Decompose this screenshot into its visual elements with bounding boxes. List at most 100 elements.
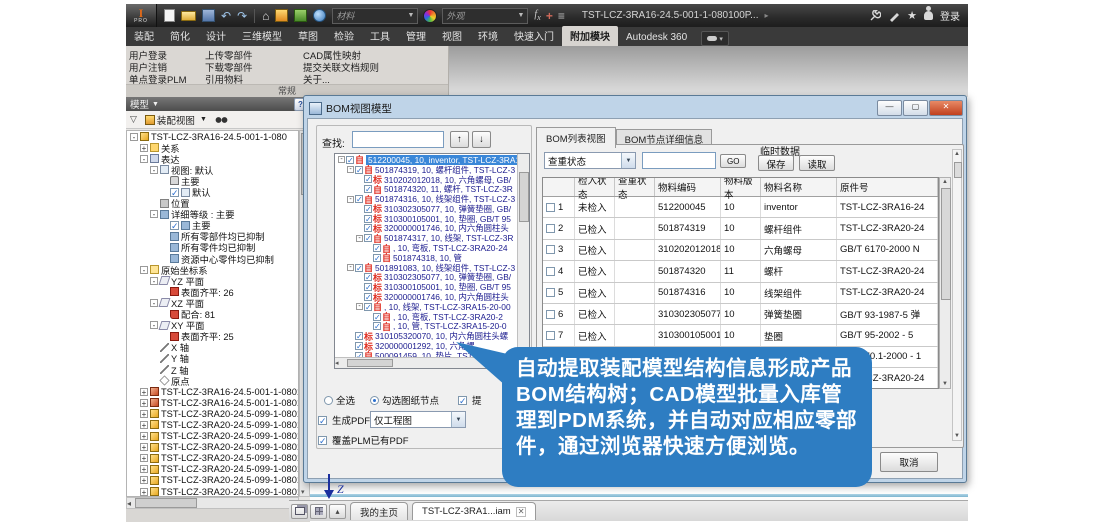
table-row[interactable]: 4已检入50187432011螺杆TST-LCZ-3RA20-24	[543, 261, 938, 282]
app-logo-button[interactable]: I PRO	[126, 4, 157, 27]
collapse-icon[interactable]: -	[347, 196, 354, 203]
favorites-star-icon[interactable]: ★	[907, 9, 917, 22]
model-tree-row[interactable]: Z 轴	[127, 364, 298, 375]
model-tree-row[interactable]: +TST-LCZ-3RA20-24.5-099-1-0801(	[127, 419, 298, 430]
filter-icon[interactable]: ▽	[130, 114, 137, 125]
tab-home-page[interactable]: 我的主页	[350, 502, 408, 520]
cascade-windows-button[interactable]	[291, 504, 308, 519]
read-button[interactable]: 读取	[799, 155, 835, 171]
scrollbar-thumb[interactable]	[519, 172, 529, 222]
collapse-icon[interactable]: -	[347, 264, 354, 271]
ribbon-tab-附加模块[interactable]: 附加模块	[562, 26, 618, 46]
checkbox-icon[interactable]: ✓	[373, 244, 381, 252]
checkbox-icon[interactable]: ✓	[373, 313, 381, 321]
collapse-icon[interactable]: -	[338, 156, 345, 163]
column-header[interactable]: 物料版本	[721, 178, 761, 196]
checkbox-icon[interactable]: ✓	[364, 283, 372, 291]
scroll-left-icon[interactable]: ◂	[335, 359, 339, 367]
row-select-cell[interactable]: 1	[543, 197, 575, 217]
scroll-up-icon[interactable]: ▲	[953, 151, 961, 157]
checkbox-icon[interactable]: ✓	[355, 264, 363, 272]
collapse-icon[interactable]: -	[140, 266, 148, 274]
model-tree-row[interactable]: 表面齐平: 25	[127, 331, 298, 342]
scroll-down-icon[interactable]: ▼	[941, 381, 949, 387]
globe-icon[interactable]	[313, 9, 326, 22]
tab-document[interactable]: TST-LCZ-3RA1...iam ✕	[412, 502, 536, 520]
scrollbar-thumb[interactable]	[941, 188, 951, 300]
ribbon-tab-环境[interactable]: 环境	[470, 26, 506, 46]
save-icon[interactable]	[202, 9, 215, 22]
collapse-icon[interactable]: -	[356, 303, 363, 310]
ribbon-tab-简化[interactable]: 简化	[162, 26, 198, 46]
find-next-button[interactable]: ↓	[472, 131, 491, 148]
appearance-combo[interactable]: 外观 ▼	[442, 8, 528, 24]
model-tree-row[interactable]: -视图: 默认	[127, 164, 298, 175]
column-header[interactable]	[543, 178, 575, 196]
collapse-icon[interactable]: -	[347, 166, 354, 173]
model-tree-row[interactable]: 原点	[127, 375, 298, 386]
model-tree-row[interactable]: -详细等级 : 主要	[127, 209, 298, 220]
model-tree-row[interactable]: +TST-LCZ-3RA20-24.5-099-1-0801(	[127, 475, 298, 486]
column-header[interactable]: 查重状态	[615, 178, 655, 196]
model-tree-row[interactable]: +TST-LCZ-3RA20-24.5-099-1-0801(	[127, 486, 298, 497]
redo-icon[interactable]: ↷	[237, 11, 247, 21]
ribbon-tab-工具[interactable]: 工具	[362, 26, 398, 46]
row-select-cell[interactable]: 2	[543, 218, 575, 238]
collapse-icon[interactable]: -	[150, 321, 158, 329]
scrollbar-thumb[interactable]	[135, 498, 197, 508]
menu-item[interactable]: 用户登录	[129, 48, 199, 60]
column-header[interactable]: 物料编码	[655, 178, 721, 196]
expand-taskbar-button[interactable]: ▴	[329, 504, 346, 519]
model-tree-row[interactable]: +TST-LCZ-3RA16-24.5-001-1-0801(	[127, 386, 298, 397]
menu-item[interactable]: 关于...	[303, 72, 435, 84]
collapse-icon[interactable]: -	[356, 235, 363, 242]
row-checkbox[interactable]	[546, 288, 555, 297]
row-select-cell[interactable]: 6	[543, 304, 575, 324]
ribbon-tab-检验[interactable]: 检验	[326, 26, 362, 46]
collapse-icon[interactable]: -	[130, 133, 138, 141]
ribbon-tab-设计[interactable]: 设计	[198, 26, 234, 46]
tab-autodesk-360[interactable]: Autodesk 360	[618, 30, 695, 46]
pencil-icon[interactable]	[888, 10, 900, 22]
model-tree-row[interactable]: +TST-LCZ-3RA20-24.5-099-1-0801(	[127, 464, 298, 475]
scrollbar-thumb[interactable]	[347, 359, 393, 367]
expand-icon[interactable]: +	[140, 465, 148, 473]
undo-icon[interactable]: ↶	[221, 11, 231, 21]
model-tree-row[interactable]: 主要	[127, 175, 298, 186]
save-button[interactable]: 保存	[758, 155, 794, 171]
model-tree-row[interactable]: -原始坐标系	[127, 264, 298, 275]
scrollbar-thumb[interactable]	[954, 162, 962, 178]
checkbox-override-pdf[interactable]: ✓ 覆盖PLM已有PDF	[318, 433, 409, 447]
checkbox-icon[interactable]: ✓	[355, 195, 363, 203]
collapse-icon[interactable]: -	[150, 299, 158, 307]
expand-icon[interactable]: +	[140, 443, 148, 451]
menu-item[interactable]: 用户注销	[129, 60, 199, 72]
expand-icon[interactable]: +	[140, 476, 148, 484]
maximize-button[interactable]: ▢	[903, 100, 928, 116]
expand-icon[interactable]: +	[140, 488, 148, 496]
table-row[interactable]: 7已检入31030010500110垫圈GB/T 95-2002 - 5	[543, 325, 938, 346]
model-tree-row[interactable]: ✓默认	[127, 186, 298, 197]
checkbox-icon[interactable]: ✓	[355, 166, 363, 174]
component-icon[interactable]	[294, 9, 307, 22]
browser-hscrollbar[interactable]: ◂ ▸	[126, 497, 299, 509]
table-row[interactable]: 3已检入31020201201810六角螺母GB/T 6170-2000 N	[543, 240, 938, 261]
scroll-down-icon[interactable]: ▾	[301, 488, 305, 496]
user-icon[interactable]	[924, 11, 933, 20]
column-header[interactable]: 检入状态	[575, 178, 615, 196]
model-tree-row[interactable]: +TST-LCZ-3RA20-24.5-099-1-0801(	[127, 442, 298, 453]
scroll-down-icon[interactable]: ▼	[953, 433, 961, 439]
row-checkbox[interactable]	[546, 331, 555, 340]
checkbox-icon[interactable]: ✓	[373, 254, 381, 262]
render-icon[interactable]	[275, 9, 288, 22]
model-tree-row[interactable]: +TST-LCZ-3RA20-24.5-099-1-0801(	[127, 408, 298, 419]
ribbon-tab-装配[interactable]: 装配	[126, 26, 162, 46]
tile-windows-button[interactable]	[310, 504, 327, 519]
wrench-icon[interactable]	[869, 10, 881, 22]
column-header[interactable]: 物料名称	[761, 178, 837, 196]
collapse-icon[interactable]: -	[150, 166, 158, 174]
row-checkbox[interactable]	[546, 267, 555, 276]
close-button[interactable]: ✕	[929, 100, 963, 116]
pane-vscrollbar[interactable]: ▲ ▼	[952, 149, 962, 441]
pdf-scope-combo[interactable]: 仅工程图 ▼	[370, 411, 466, 428]
